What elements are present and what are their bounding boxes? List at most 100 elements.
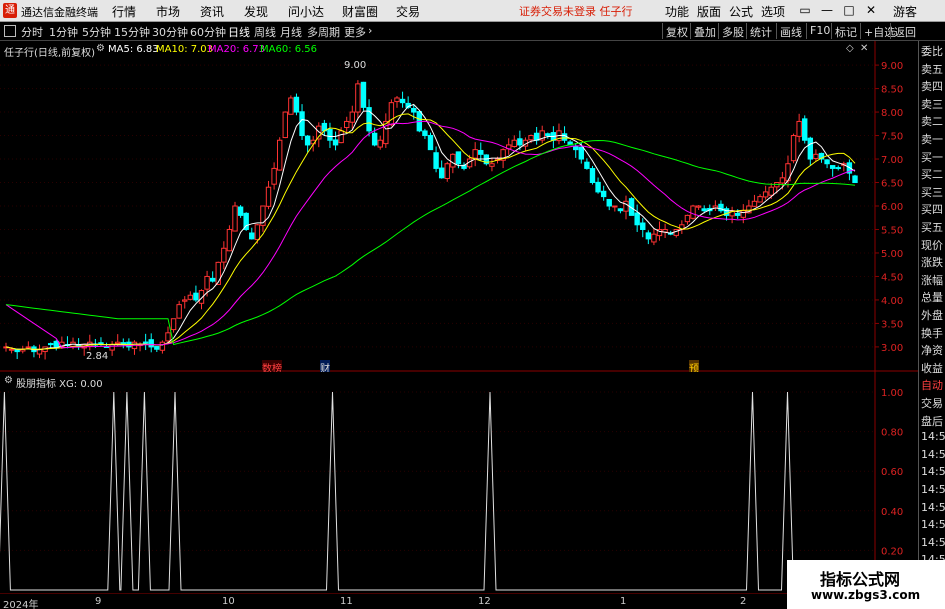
period-1min[interactable]: 1分钟 (49, 24, 78, 40)
candle-body (852, 175, 858, 184)
guest-user[interactable]: 游客 (893, 3, 917, 20)
candle-body (824, 159, 830, 165)
candle-body (617, 208, 624, 212)
date-label-oct: 10 (222, 596, 235, 607)
menu-expand-icon[interactable]: ▭ (796, 1, 814, 19)
login-warning[interactable]: 证券交易未登录 任子行 (519, 3, 633, 19)
ma5-legend: MA5: 6.83 (108, 44, 159, 55)
menu-market[interactable]: 行情 (112, 3, 136, 20)
candle-body (142, 341, 149, 344)
window-menu-icon[interactable] (4, 25, 16, 37)
candle-body (388, 102, 395, 126)
btn-f10[interactable]: F10 (806, 23, 833, 39)
date-label-year: 2024年 (3, 600, 39, 609)
candle-body (299, 111, 305, 137)
date-label-nov: 11 (340, 596, 353, 607)
candle-body (561, 133, 568, 141)
candle-body (159, 341, 166, 351)
menu-formula[interactable]: 公式 (729, 3, 753, 20)
candle-body (634, 212, 640, 226)
quote-panel-item: 14:5 (921, 518, 945, 532)
settings-gear-icon[interactable]: ⚙ (96, 43, 105, 54)
period-multi[interactable]: 多周期 (307, 24, 340, 40)
quote-panel-item: 自动 (921, 379, 943, 393)
candle-body (304, 135, 311, 146)
close-panel-icon[interactable]: ✕ (860, 43, 868, 54)
candle-body (802, 118, 808, 141)
period-monthly[interactable]: 月线 (280, 24, 302, 40)
period-daily[interactable]: 日线 (228, 24, 250, 40)
candle-body (170, 318, 177, 331)
candle-body (545, 133, 551, 137)
candle-body (444, 163, 450, 179)
quote-panel-item: 14:5 (921, 483, 945, 496)
candle-body (640, 222, 646, 230)
btn-overlay[interactable]: 叠加 (690, 23, 719, 39)
ma60-legend: MA60: 6.56 (260, 44, 318, 55)
period-30min[interactable]: 30分钟 (152, 24, 188, 40)
period-15min[interactable]: 15分钟 (114, 24, 150, 40)
kline-chart[interactable]: 9.00 8.50 8.00 7.50 7.00 6.50 6.00 5.50 5.00 4.50… (0, 41, 918, 372)
candle-body (438, 167, 445, 179)
maximize-icon[interactable]: □ (840, 1, 858, 19)
high-price-label: 9.00 (344, 60, 367, 71)
menu-discover[interactable]: 发现 (244, 3, 268, 20)
expand-diamond-icon[interactable]: ◇ (846, 43, 854, 54)
menu-trade[interactable]: 交易 (396, 3, 420, 20)
indicator-chart[interactable]: 1.00 0.80 0.60 0.40 0.20 (0, 372, 918, 594)
period-60min[interactable]: 60分钟 (190, 24, 226, 40)
candle-body (226, 228, 233, 252)
period-more[interactable]: 更多 (344, 24, 366, 40)
candle-body (265, 186, 272, 207)
btn-multi-stock[interactable]: 多股 (718, 23, 747, 39)
quote-panel-item: 卖一 (921, 133, 943, 146)
candle-body (813, 153, 819, 160)
candle-body (232, 205, 238, 232)
y-tick-label: 1.00 (881, 388, 903, 399)
quote-panel-item: 买三 (921, 185, 943, 199)
period-5min[interactable]: 5分钟 (82, 24, 111, 40)
y-tick-label: 0.80 (881, 428, 903, 439)
candle-body (288, 97, 294, 115)
y-tick-label: 5.00 (881, 249, 903, 260)
btn-draw[interactable]: 画线 (776, 23, 805, 39)
candle-body (293, 96, 300, 113)
close-icon[interactable]: ✕ (862, 1, 880, 19)
y-tick-label: 8.50 (881, 85, 903, 96)
watermark-url: www.zbgs3.com (811, 588, 921, 602)
candle-body (701, 208, 707, 212)
quote-panel-item: 14:5 (921, 430, 945, 444)
more-chevron-icon[interactable]: › (368, 24, 372, 37)
menu-function[interactable]: 功能 (665, 3, 689, 20)
quote-panel-item: 卖四 (921, 80, 943, 94)
btn-adjust[interactable]: 复权 (662, 23, 691, 39)
menu-layout[interactable]: 版面 (697, 3, 721, 20)
candle-body (271, 167, 277, 185)
menu-wealth[interactable]: 财富圈 (342, 3, 378, 20)
menu-bourse[interactable]: 市场 (156, 3, 180, 20)
candle-body (422, 130, 428, 137)
quote-panel-item: 14:5 (921, 500, 945, 514)
minimize-icon[interactable]: — (818, 1, 836, 19)
candle-body (606, 198, 612, 207)
btn-back[interactable]: 返回 (890, 23, 919, 39)
candle-body (751, 200, 758, 207)
candle-body (779, 177, 786, 184)
menu-xiaoda[interactable]: 问小达 (288, 3, 324, 20)
indicator-title: 股朋指标 XG: 0.00 (16, 379, 103, 390)
menu-news[interactable]: 资讯 (200, 3, 224, 20)
quote-panel-item: 交易 (921, 397, 943, 410)
period-intraday[interactable]: 分时 (21, 24, 43, 40)
candle-body (25, 346, 32, 349)
indicator-settings-icon[interactable]: ⚙ (4, 375, 13, 386)
quote-panel-item: 卖三 (921, 97, 943, 111)
menu-options[interactable]: 选项 (761, 3, 785, 20)
candle-body (528, 135, 534, 141)
btn-mark[interactable]: 标记 (831, 23, 860, 39)
y-tick-label: 8.00 (881, 108, 903, 119)
candle-body (829, 165, 836, 169)
btn-stats[interactable]: 统计 (746, 23, 775, 39)
y-tick-label: 6.00 (881, 202, 903, 213)
period-weekly[interactable]: 周线 (254, 24, 276, 40)
quote-panel-item: 涨幅 (921, 273, 943, 287)
